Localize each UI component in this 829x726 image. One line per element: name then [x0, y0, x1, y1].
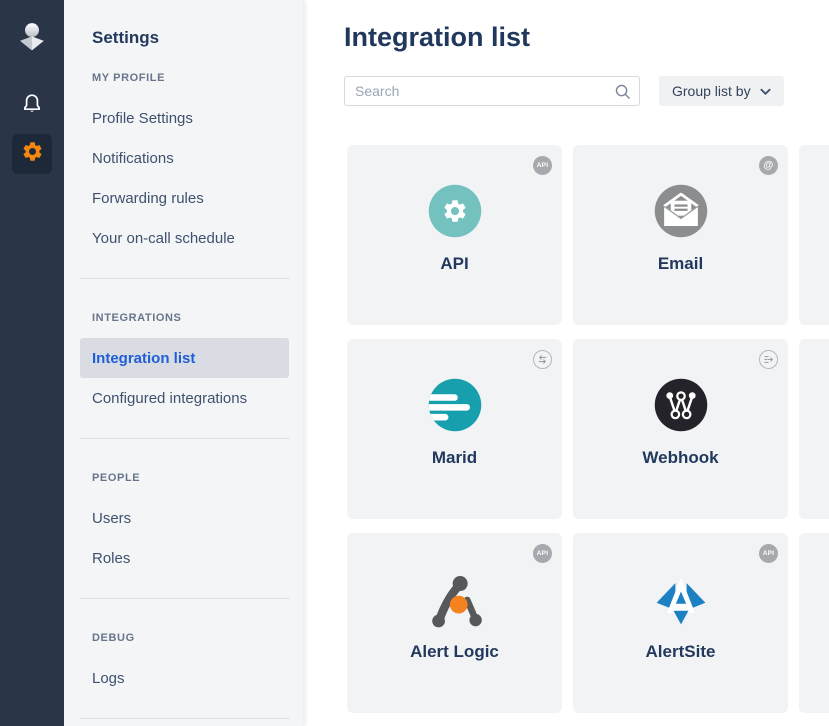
- integration-card-webhook[interactable]: Webhook: [573, 339, 788, 519]
- group-list-by-button[interactable]: Group list by: [659, 76, 784, 106]
- sidebar-item-configured-integrations[interactable]: Configured integrations: [80, 378, 289, 418]
- search-icon: [614, 83, 631, 105]
- section-heading-integrations: INTEGRATIONS: [64, 298, 303, 338]
- sidebar-divider: [80, 438, 290, 439]
- integration-card-alertsite[interactable]: API AlertSite: [573, 533, 788, 713]
- sidebar-divider: [80, 598, 290, 599]
- sidebar-item-forwarding-rules[interactable]: Forwarding rules: [80, 178, 289, 218]
- integration-card-label: Marid: [432, 448, 477, 468]
- gear-icon: [21, 140, 44, 168]
- gear-teal-icon: [425, 181, 485, 241]
- main-content: Integration list Group list by: [303, 0, 829, 726]
- swap-arrows-badge: [533, 350, 552, 369]
- toolbar: Group list by: [344, 76, 829, 106]
- alert-logic-logo-icon: [425, 569, 485, 629]
- integration-grid: APIAPI@EmailMaridWebhookAPIAlert LogicAP…: [347, 145, 829, 713]
- integration-type-badge: API: [533, 156, 552, 175]
- integration-card-marid[interactable]: Marid: [347, 339, 562, 519]
- settings-gear-button[interactable]: [12, 134, 52, 174]
- badge-label: API: [537, 550, 548, 557]
- integration-card-email[interactable]: @ Email: [573, 145, 788, 325]
- app-icon-rail: [0, 0, 64, 726]
- sidebar-item-roles[interactable]: Roles: [80, 538, 289, 578]
- sidebar-item-on-call-schedule[interactable]: Your on-call schedule: [80, 218, 289, 258]
- group-list-by-label: Group list by: [672, 83, 751, 99]
- section-heading-debug: DEBUG: [64, 618, 303, 658]
- badge-label: @: [764, 160, 774, 171]
- integration-card-label: API: [440, 254, 468, 274]
- integration-card-label: Email: [658, 254, 703, 274]
- integration-type-badge: @: [759, 156, 778, 175]
- section-heading-my-profile: MY PROFILE: [64, 58, 303, 98]
- sidebar-divider: [80, 718, 290, 719]
- sidebar-item-notifications[interactable]: Notifications: [80, 138, 289, 178]
- search-input[interactable]: [344, 76, 640, 106]
- sidebar-title: Settings: [64, 18, 303, 58]
- person-logo-icon[interactable]: [14, 20, 50, 58]
- envelope-gray-icon: [651, 181, 711, 241]
- app-window: Settings MY PROFILE Profile Settings Not…: [0, 0, 829, 726]
- section-heading-people: PEOPLE: [64, 458, 303, 498]
- notifications-bell-button[interactable]: [12, 86, 52, 126]
- integration-card-label: Webhook: [642, 448, 718, 468]
- search-box: [344, 76, 640, 106]
- integration-card-partial[interactable]: [799, 339, 829, 519]
- sidebar-item-users[interactable]: Users: [80, 498, 289, 538]
- badge-label: API: [537, 162, 548, 169]
- sidebar-item-profile-settings[interactable]: Profile Settings: [80, 98, 289, 138]
- integration-card-alert-logic[interactable]: API Alert Logic: [347, 533, 562, 713]
- integration-type-badge: API: [533, 544, 552, 563]
- bell-icon: [20, 92, 44, 121]
- marid-stream-icon: [425, 375, 485, 435]
- webhook-icon: [651, 375, 711, 435]
- integration-card-partial[interactable]: [799, 145, 829, 325]
- integration-type-badge: API: [759, 544, 778, 563]
- sidebar-item-logs[interactable]: Logs: [80, 658, 289, 698]
- outgoing-arrow-badge: [759, 350, 778, 369]
- integration-card-partial[interactable]: [799, 533, 829, 713]
- integration-card-api[interactable]: API API: [347, 145, 562, 325]
- page-title: Integration list: [344, 22, 829, 52]
- chevron-down-icon: [760, 83, 771, 99]
- integration-card-label: Alert Logic: [410, 642, 499, 662]
- badge-label: API: [763, 550, 774, 557]
- integration-card-label: AlertSite: [646, 642, 716, 662]
- sidebar-item-integration-list[interactable]: Integration list: [80, 338, 289, 378]
- sidebar-divider: [80, 278, 290, 279]
- settings-sidebar: Settings MY PROFILE Profile Settings Not…: [64, 0, 303, 726]
- alertsite-logo-icon: [651, 569, 711, 629]
